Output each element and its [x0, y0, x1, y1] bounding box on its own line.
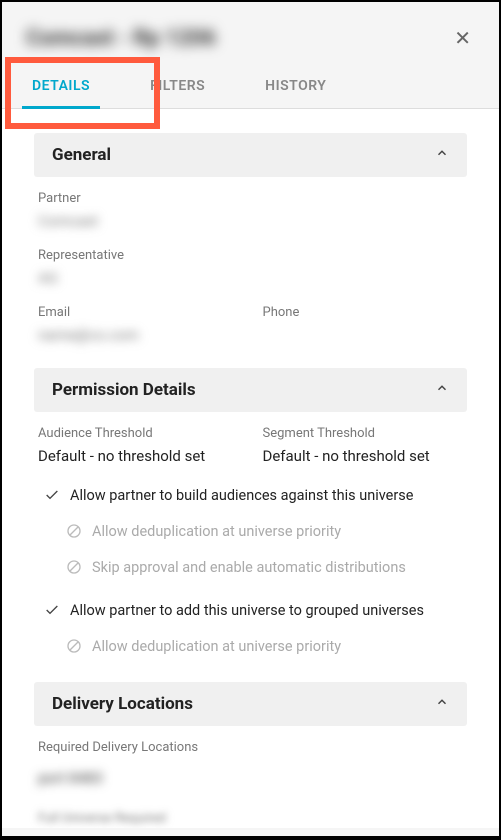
close-icon[interactable]: ✕: [450, 24, 475, 52]
field-audience-threshold: Audience Threshold Default - no threshol…: [38, 426, 239, 465]
panel-title: Comcast - Rp 1206: [26, 26, 216, 51]
panel-content: General Partner Comcast Represent: [2, 109, 499, 828]
field-representative: Representative AG: [38, 248, 463, 287]
section-general-header[interactable]: General: [34, 133, 467, 177]
permission-text: Allow deduplication at universe priority: [92, 521, 341, 543]
panel-header: Comcast - Rp 1206 ✕: [2, 2, 499, 64]
additional-delivery-label: Full Universe Required: [38, 811, 463, 826]
permission-item: Allow deduplication at universe priority: [44, 636, 463, 658]
section-delivery-title: Delivery Locations: [52, 694, 193, 714]
permission-text: Skip approval and enable automatic distr…: [92, 557, 406, 579]
field-segment-threshold: Segment Threshold Default - no threshold…: [263, 426, 464, 465]
side-panel: Comcast - Rp 1206 ✕ DETAILS FILTERS HIST…: [2, 2, 499, 836]
prohibit-icon: [66, 638, 82, 654]
section-general: General Partner Comcast Represent: [34, 133, 467, 344]
representative-label: Representative: [38, 248, 463, 263]
section-permission-title: Permission Details: [52, 380, 196, 400]
email-label: Email: [38, 305, 239, 320]
permission-text: Allow deduplication at universe priority: [92, 636, 341, 658]
check-icon: [44, 602, 60, 618]
email-value: name@co.com: [38, 326, 239, 344]
section-permission: Permission Details Audience Threshold De…: [34, 368, 467, 658]
required-delivery-label: Required Delivery Locations: [38, 740, 463, 755]
permission-item: Skip approval and enable automatic distr…: [44, 557, 463, 579]
tab-details[interactable]: DETAILS: [2, 64, 120, 108]
segment-threshold-value: Default - no threshold set: [263, 447, 464, 465]
field-partner: Partner Comcast: [38, 191, 463, 230]
chevron-up-icon: [435, 381, 449, 399]
phone-label: Phone: [263, 305, 464, 320]
section-general-title: General: [52, 145, 111, 165]
section-permission-header[interactable]: Permission Details: [34, 368, 467, 412]
tab-filters[interactable]: FILTERS: [120, 64, 235, 108]
permission-text: Allow partner to add this universe to gr…: [70, 600, 424, 622]
required-delivery-value: port 8483: [38, 769, 463, 787]
field-phone: Phone: [263, 305, 464, 344]
prohibit-icon: [66, 523, 82, 539]
permission-list: Allow partner to build audiences against…: [38, 485, 463, 658]
permission-item: Allow partner to add this universe to gr…: [44, 600, 463, 622]
partner-label: Partner: [38, 191, 463, 206]
representative-value: AG: [38, 269, 463, 287]
chevron-up-icon: [435, 695, 449, 713]
audience-threshold-value: Default - no threshold set: [38, 447, 239, 465]
segment-threshold-label: Segment Threshold: [263, 426, 464, 441]
field-email: Email name@co.com: [38, 305, 239, 344]
permission-item: Allow partner to build audiences against…: [44, 485, 463, 507]
permission-text: Allow partner to build audiences against…: [70, 485, 413, 507]
section-delivery: Delivery Locations Required Delivery Loc…: [34, 682, 467, 826]
audience-threshold-label: Audience Threshold: [38, 426, 239, 441]
tab-bar: DETAILS FILTERS HISTORY: [2, 64, 499, 109]
prohibit-icon: [66, 559, 82, 575]
partner-value: Comcast: [38, 212, 463, 230]
permission-item: Allow deduplication at universe priority: [44, 521, 463, 543]
section-delivery-header[interactable]: Delivery Locations: [34, 682, 467, 726]
chevron-up-icon: [435, 146, 449, 164]
tab-history[interactable]: HISTORY: [235, 64, 356, 108]
check-icon: [44, 487, 60, 503]
